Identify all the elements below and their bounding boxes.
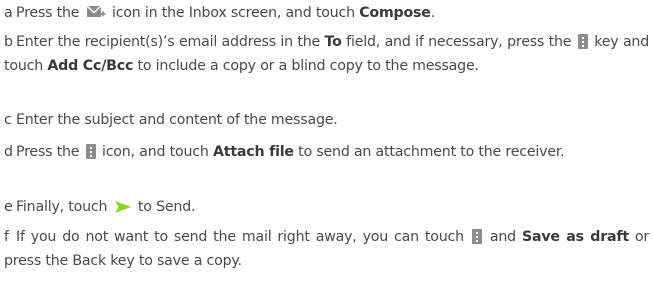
step-letter: a <box>4 5 13 21</box>
compose-label: Compose <box>359 5 431 21</box>
step-d: d Press the icon, and touch Attach file t… <box>4 141 649 165</box>
step-e: e Finally, touch to Send. <box>4 196 649 223</box>
step-letter: d <box>4 144 13 160</box>
instruction-page: a Press the icon in the Inbox screen, and… <box>0 0 653 296</box>
step-c: c Enter the subject and content of the me… <box>4 109 649 133</box>
to-field-label: To <box>324 34 342 50</box>
step-f: f If you do not want to send the mail rig… <box>4 226 649 273</box>
step-letter: b <box>4 34 13 50</box>
compose-mail-icon <box>86 4 106 29</box>
step-letter: c <box>4 112 12 128</box>
add-cc-bcc-label: Add Cc/Bcc <box>47 57 134 74</box>
send-icon <box>114 199 132 223</box>
menu-icon <box>471 229 482 244</box>
step-letter: e <box>4 199 13 215</box>
menu-icon <box>85 144 96 159</box>
step-a: a Press the icon in the Inbox screen, and… <box>4 2 649 29</box>
step-b: b Enter the recipient(s)’s email address … <box>4 31 649 78</box>
step-letter: f <box>4 229 9 245</box>
save-as-draft-label: Save as draft <box>521 229 629 245</box>
attach-file-label: Attach file <box>212 144 294 160</box>
menu-icon <box>577 34 588 49</box>
